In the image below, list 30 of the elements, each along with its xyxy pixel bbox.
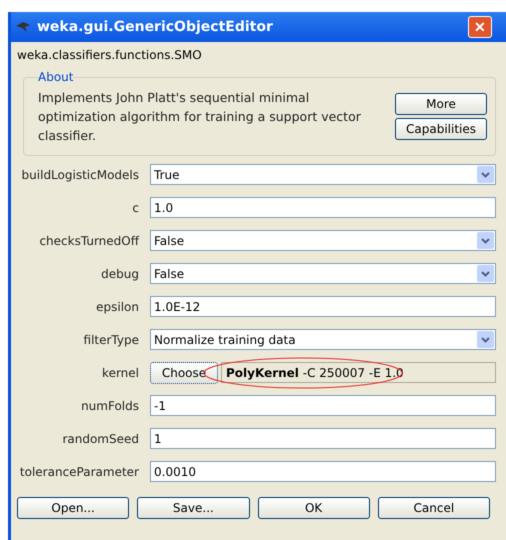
- class-name: weka.classifiers.functions.SMO: [17, 48, 203, 62]
- property-label: filterType: [82, 332, 139, 346]
- input-field[interactable]: 0.0010: [150, 461, 496, 482]
- property-label: buildLogisticModels: [20, 168, 139, 182]
- about-legend: About: [38, 70, 74, 84]
- dropdown-field[interactable]: True: [150, 164, 496, 185]
- input-field[interactable]: 1.0: [150, 197, 496, 218]
- dialog-button[interactable]: Open...: [17, 497, 130, 519]
- input-field[interactable]: 1: [150, 428, 496, 449]
- input-field[interactable]: 1.0E-12: [150, 296, 496, 317]
- about-button[interactable]: Capabilities: [395, 118, 487, 140]
- property-label: checksTurnedOff: [38, 234, 139, 248]
- window-title: weka.gui.GenericObjectEditor: [37, 19, 274, 35]
- input-field[interactable]: -1: [150, 395, 496, 416]
- dialog-button[interactable]: Cancel: [378, 497, 490, 519]
- dialog-button[interactable]: Save...: [137, 497, 250, 519]
- property-label: randomSeed: [61, 432, 139, 446]
- about-button[interactable]: More: [395, 93, 487, 115]
- property-label: kernel: [101, 366, 139, 380]
- dropdown-field[interactable]: False: [150, 263, 496, 284]
- dropdown-field[interactable]: Normalize training data: [150, 329, 496, 350]
- dialog-button[interactable]: OK: [258, 497, 370, 519]
- property-label: debug: [100, 266, 139, 280]
- dropdown-field[interactable]: False: [150, 230, 496, 251]
- close-button[interactable]: ✕: [468, 16, 492, 38]
- property-label: c: [131, 200, 139, 214]
- property-label: epsilon: [95, 300, 139, 314]
- property-label: toleranceParameter: [18, 464, 139, 478]
- property-label: numFolds: [80, 398, 139, 412]
- about-text: Implements John Platt's sequential minimal optimization algorithm for training a support vector classifier.: [38, 89, 362, 145]
